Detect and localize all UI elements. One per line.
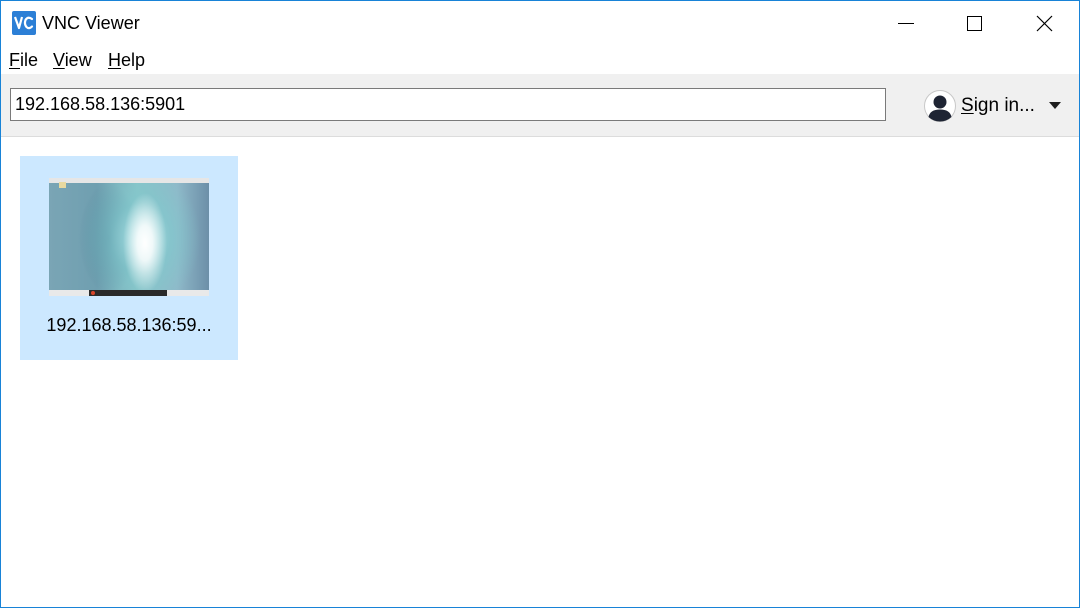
maximize-button[interactable] [951,1,997,45]
sign-in-mnemonic: S [961,95,974,116]
menu-help[interactable]: Help [108,49,145,71]
menu-file-label: ile [20,50,39,70]
sign-in-label: Sign in... [961,95,1035,117]
desktop-folder-icon [59,182,66,188]
menu-view-mnemonic: V [53,50,65,70]
minimize-icon [898,23,914,24]
connection-tile[interactable]: 192.168.58.136:59... [20,156,238,360]
title-bar: VNC Viewer [1,1,1079,45]
menu-file[interactable]: File [9,49,38,71]
connection-label: 192.168.58.136:59... [46,315,212,335]
vnc-viewer-window: VNC Viewer File View Help 192.168.58.136… [0,0,1080,608]
menu-help-label: elp [121,50,146,70]
menu-view-label: iew [64,50,92,70]
connection-thumbnail [49,178,209,296]
menu-file-mnemonic: F [9,50,20,70]
menu-help-mnemonic: H [108,50,121,70]
address-book-area: 192.168.58.136:59... [1,137,1079,607]
minimize-button[interactable] [883,1,929,45]
sign-in-text: ign in... [973,95,1035,116]
sign-in-button[interactable]: Sign in... [924,90,1069,122]
close-button[interactable] [1021,1,1067,45]
caret-down-icon[interactable] [1048,101,1062,111]
window-title: VNC Viewer [42,13,140,33]
user-avatar-icon [924,90,956,122]
toolbar: Sign in... [1,74,1079,137]
close-icon [1036,15,1053,32]
menu-view[interactable]: View [53,49,92,71]
address-input[interactable] [10,88,886,121]
maximize-icon [967,16,982,31]
vnc-logo-icon [12,11,36,35]
